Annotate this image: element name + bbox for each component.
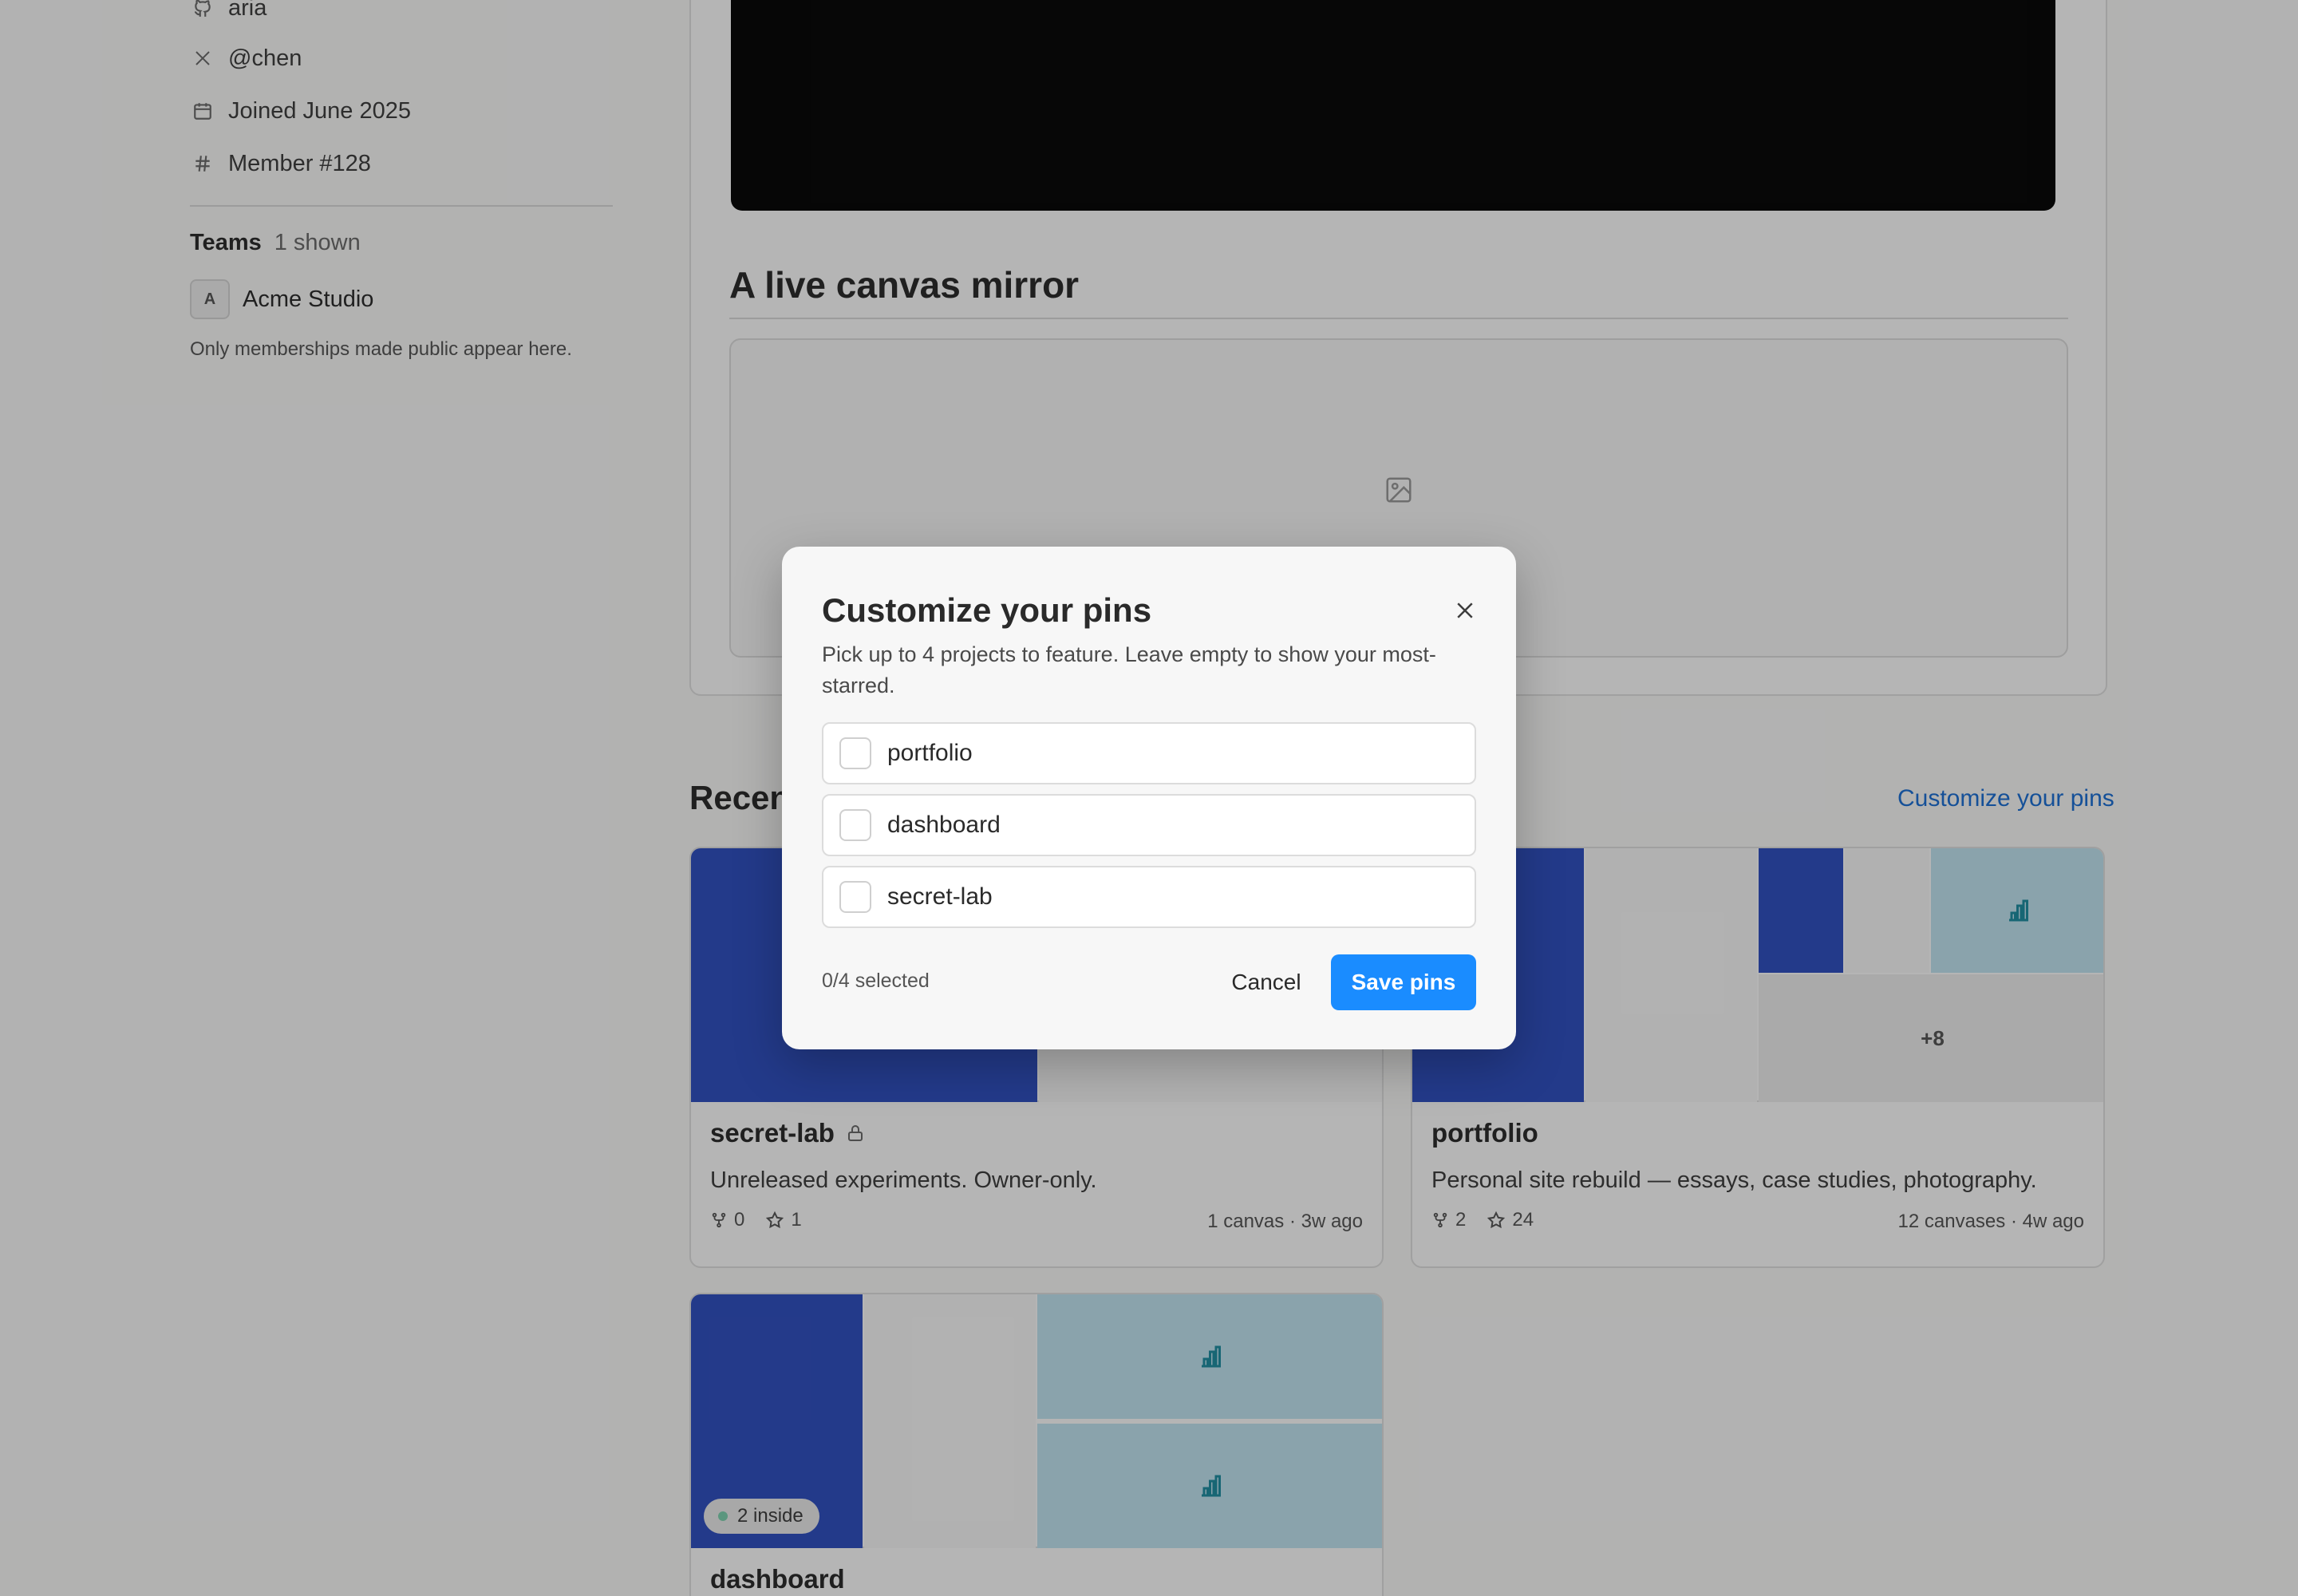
cancel-button[interactable]: Cancel — [1218, 954, 1315, 1010]
pin-option-secret-lab[interactable]: secret-lab — [822, 866, 1476, 928]
pin-option-dashboard[interactable]: dashboard — [822, 794, 1476, 856]
close-icon — [1453, 598, 1477, 622]
save-pins-button[interactable]: Save pins — [1331, 954, 1476, 1010]
customize-pins-dialog: Customize your pins Pick up to 4 project… — [782, 547, 1516, 1049]
selected-count: 0/4 selected — [822, 970, 930, 992]
dialog-title: Customize your pins — [822, 591, 1152, 629]
pin-checkbox[interactable] — [839, 809, 871, 841]
pin-option-label: dashboard — [887, 812, 1001, 838]
pin-checkbox[interactable] — [839, 881, 871, 913]
pin-option-portfolio[interactable]: portfolio — [822, 722, 1476, 784]
dialog-description: Pick up to 4 projects to feature. Leave … — [822, 642, 1436, 697]
close-button[interactable] — [1449, 595, 1481, 626]
pin-option-label: portfolio — [887, 740, 973, 766]
pin-checkbox[interactable] — [839, 737, 871, 769]
pin-option-label: secret-lab — [887, 883, 993, 910]
